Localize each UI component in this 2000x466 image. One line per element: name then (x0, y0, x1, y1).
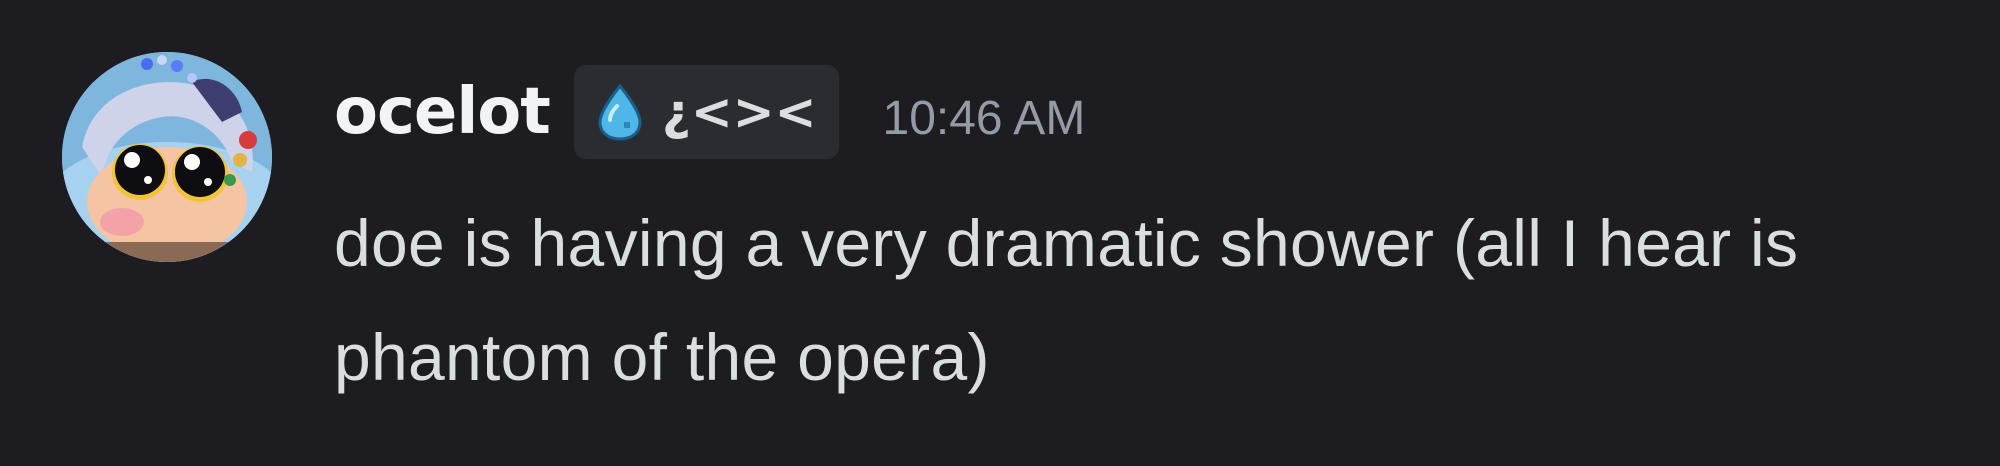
server-tag-text: ¿<>< (661, 83, 817, 141)
avatar[interactable] (62, 52, 272, 262)
timestamp[interactable]: 10:46 AM (883, 79, 1086, 146)
avatar-image (62, 52, 272, 262)
username[interactable]: ocelot (334, 75, 551, 149)
server-tag[interactable]: ¿<>< (573, 65, 839, 159)
message-content: doe is having a very dramatic shower (al… (334, 206, 1799, 394)
water-drop-icon (598, 83, 642, 141)
chat-message: ocelot ¿<>< 10:46 AM doe is having a ver… (0, 0, 2000, 466)
message-header: ocelot ¿<>< 10:46 AM (334, 64, 1085, 160)
